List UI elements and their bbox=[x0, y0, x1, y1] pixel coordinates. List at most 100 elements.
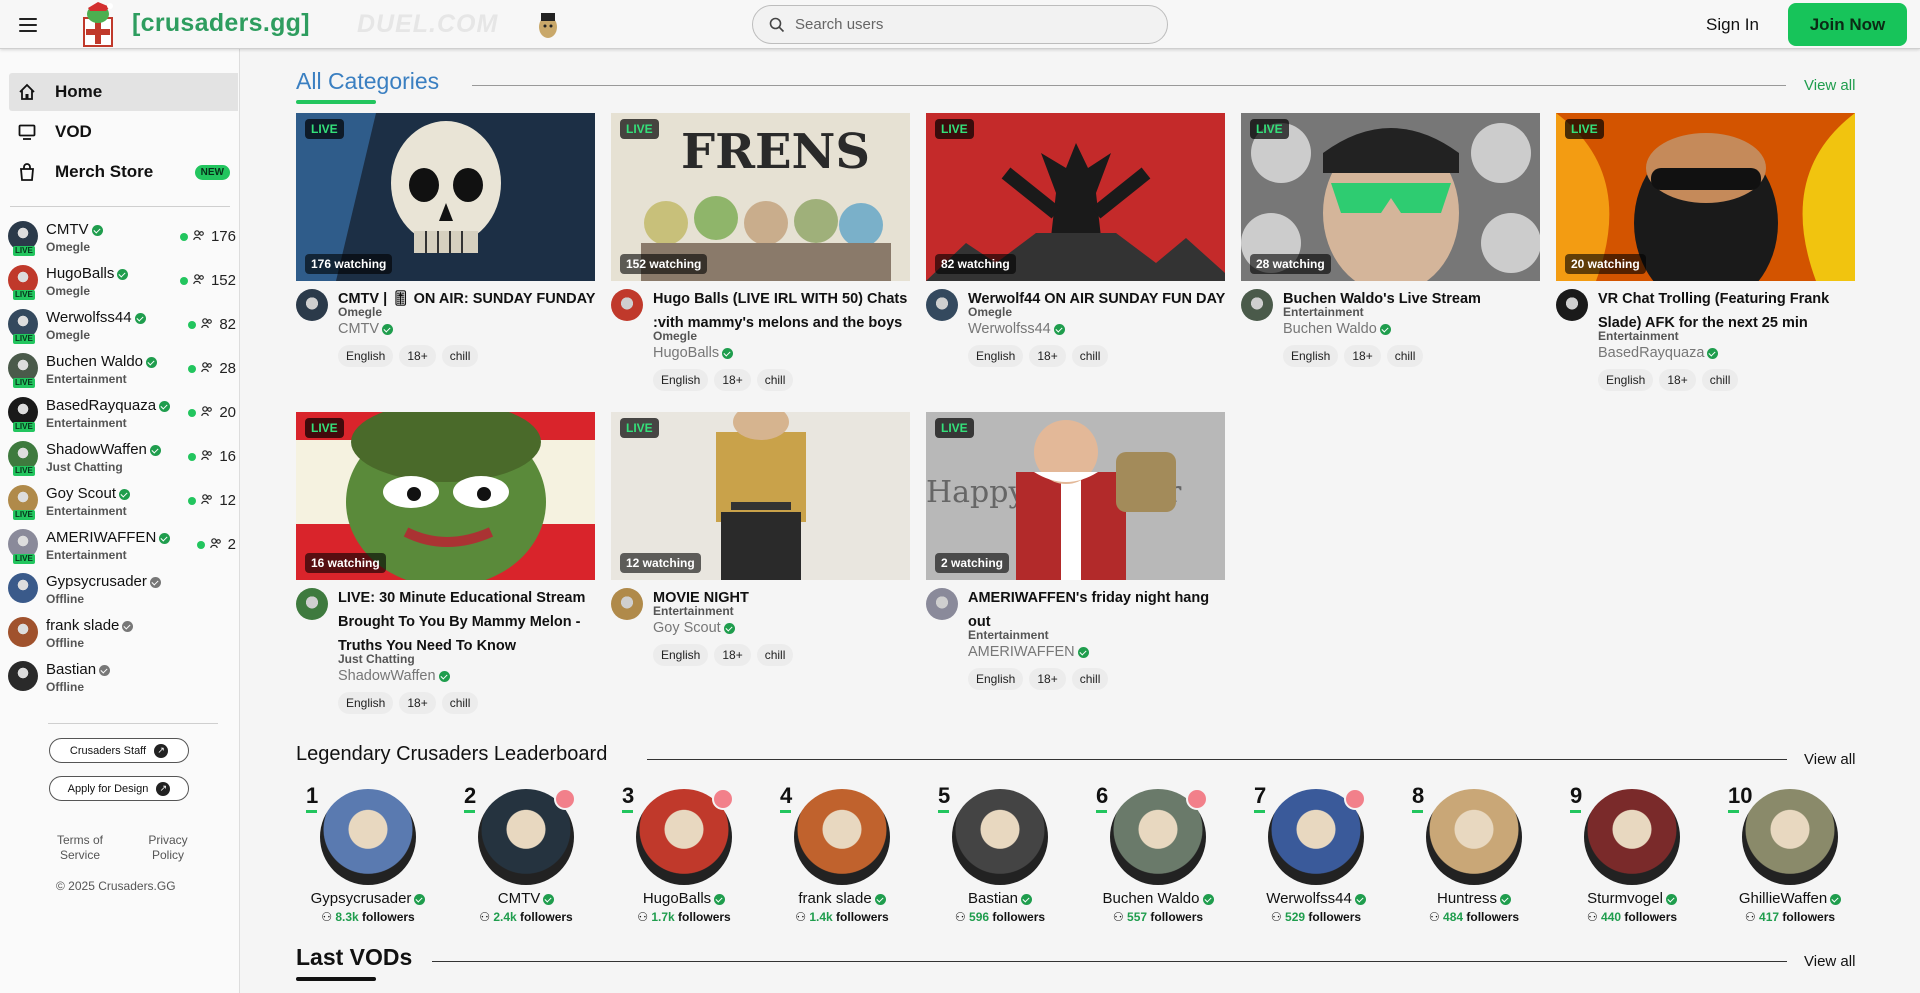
stream-card[interactable]: LIVE 12 watching MOVIE NIGHT Entertainment G… bbox=[611, 412, 910, 702]
sign-in-button[interactable]: Sign In bbox=[1706, 15, 1759, 35]
tag-chip[interactable]: chill bbox=[1071, 345, 1109, 367]
apply-for-design-button[interactable]: Apply for Design ↗ bbox=[49, 776, 189, 801]
terms-of-service-link[interactable]: Terms of Service bbox=[50, 833, 110, 863]
stream-title[interactable]: VR Chat Trolling (Featuring Frank Slade)… bbox=[1598, 287, 1856, 335]
stream-thumbnail[interactable]: LIVE 28 watching bbox=[1241, 113, 1540, 281]
leaderboard-avatar[interactable] bbox=[1426, 789, 1522, 885]
tag-chip[interactable]: English bbox=[338, 345, 394, 367]
leaderboard-entry[interactable]: 2 CMTV ⚇ 2.4k followers bbox=[450, 777, 590, 927]
stream-thumbnail[interactable]: LIVE 16 watching bbox=[296, 412, 595, 580]
stream-category[interactable]: Omegle bbox=[968, 305, 1012, 319]
leaderboard-entry[interactable]: 7 Werwolfss44 ⚇ 529 followers bbox=[1240, 777, 1380, 927]
streamer-name[interactable]: BasedRayquaza bbox=[1598, 345, 1719, 361]
streamer-name[interactable]: AMERIWAFFEN bbox=[968, 644, 1089, 660]
stream-card[interactable]: LIVE 20 watching VR Chat Trolling (Featuri… bbox=[1556, 113, 1855, 403]
streamer-avatar[interactable] bbox=[296, 588, 328, 620]
tag-chip[interactable]: 18+ bbox=[399, 692, 436, 714]
sidebar-channel[interactable]: LIVE Buchen Waldo Entertainment 28 bbox=[8, 351, 236, 391]
leaderboard-entry[interactable]: 8 Huntress ⚇ 484 followers bbox=[1398, 777, 1538, 927]
stream-category[interactable]: Entertainment bbox=[1283, 305, 1364, 319]
stream-thumbnail[interactable]: LIVE 176 watching bbox=[296, 113, 595, 281]
tag-chip[interactable]: chill bbox=[1386, 345, 1424, 367]
stream-thumbnail[interactable]: LIVE 20 watching bbox=[1556, 113, 1855, 281]
stream-category[interactable]: Entertainment bbox=[1598, 329, 1679, 343]
tag-chip[interactable]: 18+ bbox=[1029, 668, 1066, 690]
tag-chip[interactable]: English bbox=[1283, 345, 1339, 367]
leaderboard-avatar[interactable] bbox=[952, 789, 1048, 885]
streamer-avatar[interactable] bbox=[611, 289, 643, 321]
streamer-name[interactable]: HugoBalls bbox=[653, 345, 734, 361]
duel-mascot-icon[interactable] bbox=[535, 10, 561, 40]
stream-title[interactable]: Hugo Balls (LIVE IRL WITH 50) Chats :vit… bbox=[653, 287, 911, 335]
leaderboard-entry[interactable]: 5 Bastian ⚇ 596 followers bbox=[924, 777, 1064, 927]
sidebar-channel[interactable]: LIVE BasedRayquaza Entertainment 20 bbox=[8, 395, 236, 435]
leaderboard-entry[interactable]: 1 Gypsycrusader ⚇ 8.3k followers bbox=[292, 777, 432, 927]
leaderboard-avatar[interactable] bbox=[1584, 789, 1680, 885]
leaderboard-avatar[interactable] bbox=[320, 789, 416, 885]
tag-chip[interactable]: chill bbox=[756, 369, 794, 391]
tag-chip[interactable]: chill bbox=[441, 345, 479, 367]
sidebar-channel[interactable]: Bastian Offline bbox=[8, 659, 236, 699]
streamer-avatar[interactable] bbox=[296, 289, 328, 321]
tag-chip[interactable]: English bbox=[338, 692, 394, 714]
stream-card[interactable]: Happy New YearLIVE2 watching AMERIWAFFEN'… bbox=[926, 412, 1225, 702]
tag-chip[interactable]: English bbox=[968, 668, 1024, 690]
stream-card[interactable]: LIVE 82 watching Werwolf44 ON AIR SUNDAY F… bbox=[926, 113, 1225, 403]
tag-chip[interactable]: 18+ bbox=[1344, 345, 1381, 367]
stream-thumbnail[interactable]: Happy New YearLIVE2 watching bbox=[926, 412, 1225, 580]
stream-title[interactable]: LIVE: 30 Minute Educational Stream Broug… bbox=[338, 586, 596, 658]
leaderboard-avatar[interactable] bbox=[1742, 789, 1838, 885]
streamer-name[interactable]: Werwolfss44 bbox=[968, 321, 1065, 337]
streamer-avatar[interactable] bbox=[926, 289, 958, 321]
stream-category[interactable]: Omegle bbox=[338, 305, 382, 319]
tag-chip[interactable]: 18+ bbox=[1659, 369, 1696, 391]
tag-chip[interactable]: English bbox=[653, 644, 709, 666]
mascot-logo-icon[interactable] bbox=[76, 2, 120, 48]
sidebar-channel[interactable]: LIVE CMTV Omegle 176 bbox=[8, 219, 236, 259]
sidebar-item-vod[interactable]: VOD bbox=[9, 113, 238, 151]
leaderboard-entry[interactable]: 6 Buchen Waldo ⚇ 557 followers bbox=[1082, 777, 1222, 927]
tag-chip[interactable]: 18+ bbox=[714, 644, 751, 666]
streamer-name[interactable]: Goy Scout bbox=[653, 620, 735, 636]
duel-banner[interactable]: DUEL.COM bbox=[357, 10, 498, 39]
tag-chip[interactable]: 18+ bbox=[714, 369, 751, 391]
stream-category[interactable]: Entertainment bbox=[968, 628, 1049, 642]
tag-chip[interactable]: chill bbox=[441, 692, 479, 714]
join-now-button[interactable]: Join Now bbox=[1788, 3, 1907, 46]
streamer-avatar[interactable] bbox=[611, 588, 643, 620]
streamer-name[interactable]: ShadowWaffen bbox=[338, 668, 450, 684]
leaderboard-view-all-link[interactable]: View all bbox=[1804, 751, 1855, 768]
stream-card[interactable]: LIVE 16 watching LIVE: 30 Minute Education… bbox=[296, 412, 596, 714]
stream-card[interactable]: FRENS LIVE 152 watching Hugo Balls (LIVE IR… bbox=[611, 113, 910, 403]
site-logo-text[interactable]: [crusaders.gg] bbox=[132, 9, 310, 38]
streamer-name[interactable]: Buchen Waldo bbox=[1283, 321, 1391, 337]
streamer-avatar[interactable] bbox=[1556, 289, 1588, 321]
tag-chip[interactable]: chill bbox=[1701, 369, 1739, 391]
categories-view-all-link[interactable]: View all bbox=[1804, 77, 1855, 94]
stream-title[interactable]: AMERIWAFFEN's friday night hang out bbox=[968, 586, 1226, 634]
sidebar-channel[interactable]: LIVE Werwolfss44 Omegle 82 bbox=[8, 307, 236, 347]
tag-chip[interactable]: chill bbox=[756, 644, 794, 666]
sidebar-item-merch-store[interactable]: Merch Store NEW bbox=[9, 153, 238, 191]
search-input[interactable] bbox=[795, 16, 1135, 33]
sidebar-item-home[interactable]: Home bbox=[9, 73, 238, 111]
sidebar-channel[interactable]: LIVE Goy Scout Entertainment 12 bbox=[8, 483, 236, 523]
search-bar[interactable] bbox=[752, 5, 1168, 44]
tag-chip[interactable]: 18+ bbox=[1029, 345, 1066, 367]
stream-thumbnail[interactable]: LIVE 82 watching bbox=[926, 113, 1225, 281]
vods-view-all-link[interactable]: View all bbox=[1804, 953, 1855, 970]
stream-card[interactable]: LIVE 28 watching Buchen Waldo's Live Strea… bbox=[1241, 113, 1540, 403]
menu-icon[interactable] bbox=[19, 18, 37, 32]
leaderboard-entry[interactable]: 3 HugoBalls ⚇ 1.7k followers bbox=[608, 777, 748, 927]
tag-chip[interactable]: chill bbox=[1071, 668, 1109, 690]
crusaders-staff-button[interactable]: Crusaders Staff ↗ bbox=[49, 738, 189, 763]
stream-category[interactable]: Omegle bbox=[653, 329, 697, 343]
leaderboard-entry[interactable]: 4 frank slade ⚇ 1.4k followers bbox=[766, 777, 906, 927]
tag-chip[interactable]: English bbox=[653, 369, 709, 391]
streamer-avatar[interactable] bbox=[926, 588, 958, 620]
stream-category[interactable]: Entertainment bbox=[653, 604, 734, 618]
streamer-name[interactable]: CMTV bbox=[338, 321, 394, 337]
sidebar-channel[interactable]: Gypsycrusader Offline bbox=[8, 571, 236, 611]
sidebar-channel[interactable]: LIVE HugoBalls Omegle 152 bbox=[8, 263, 236, 303]
stream-thumbnail[interactable]: LIVE 12 watching bbox=[611, 412, 910, 580]
